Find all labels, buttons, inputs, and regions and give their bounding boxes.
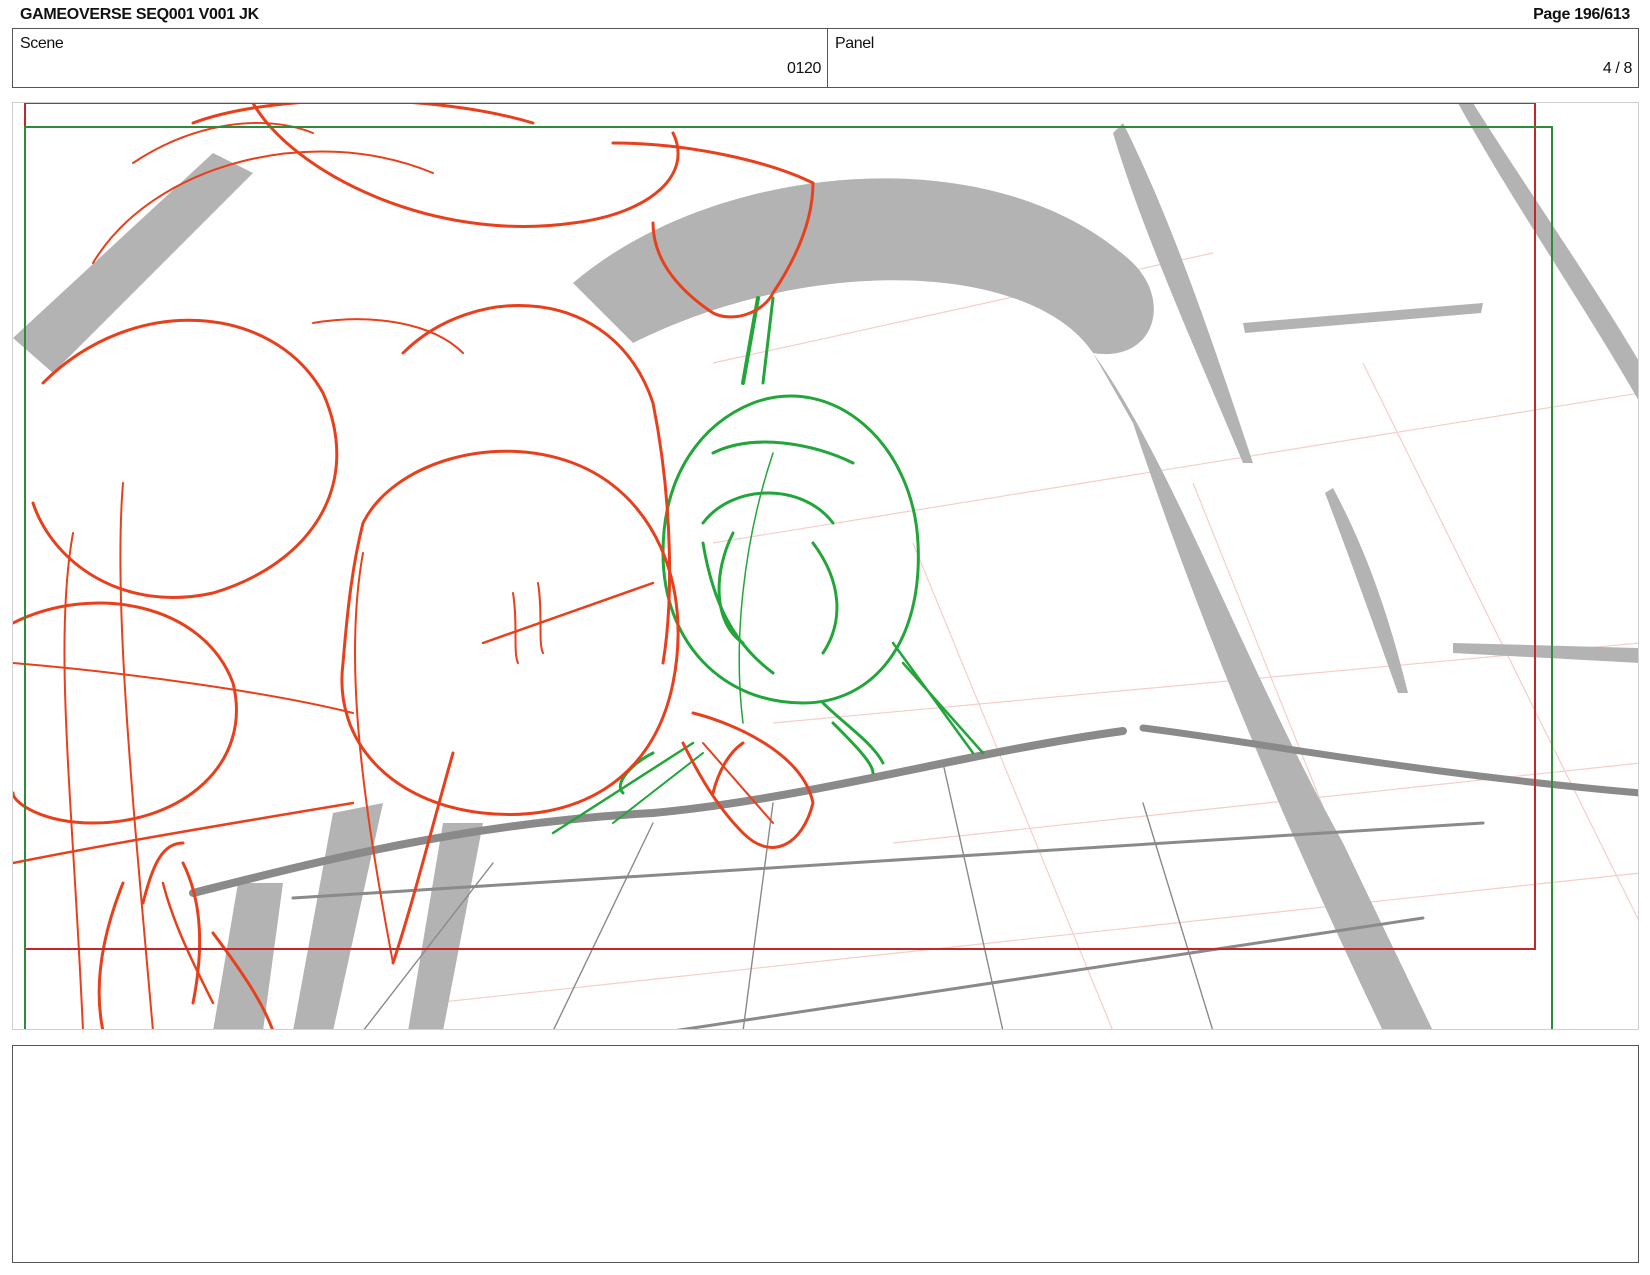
action-notes-box (12, 1045, 1639, 1263)
scene-panel-info-table: Scene 0120 Panel 4 / 8 (12, 28, 1639, 88)
ground-lines (189, 724, 1638, 1029)
perspective-guides (432, 252, 1638, 1029)
scene-value: 0120 (787, 60, 821, 77)
panel-value: 4 / 8 (1602, 60, 1633, 77)
scene-label: Scene (20, 35, 64, 52)
green-character-sketch (551, 296, 985, 835)
storyboard-panel-image (12, 102, 1639, 1030)
page-number: Page 196/613 (1533, 6, 1630, 23)
document-title: GAMEOVERSE SEQ001 V001 JK (20, 6, 259, 23)
panel-label: Panel (835, 35, 874, 52)
panel-cell: Panel 4 / 8 (828, 29, 1638, 87)
storyboard-sketch (13, 103, 1638, 1029)
scene-cell: Scene 0120 (13, 29, 828, 87)
